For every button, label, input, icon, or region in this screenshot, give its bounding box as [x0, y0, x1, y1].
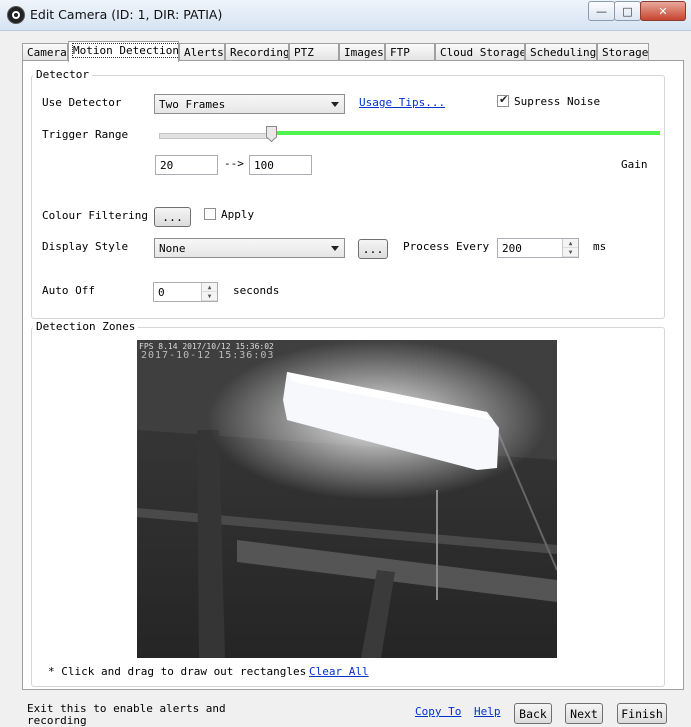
- footer-hint: Exit this to enable alerts and recording: [27, 702, 226, 727]
- tab-label: PTZ: [294, 46, 314, 59]
- next-button[interactable]: Next: [565, 703, 603, 724]
- use-detector-label: Use Detector: [42, 96, 122, 109]
- colour-filtering-button[interactable]: ...: [154, 207, 191, 227]
- tab-images[interactable]: Images: [339, 43, 385, 60]
- tab-ftp[interactable]: FTP: [385, 43, 435, 60]
- auto-off-label: Auto Off: [42, 284, 95, 297]
- trigger-range-fill: [277, 131, 660, 135]
- range-min-input[interactable]: 20: [155, 155, 218, 175]
- tab-scheduling[interactable]: Scheduling: [525, 43, 597, 60]
- tab-label: Camera: [27, 46, 67, 59]
- display-style-value: None: [159, 242, 186, 255]
- feed-osd-timestamp: 2017-10-12 15:36:03: [141, 350, 275, 361]
- tab-alerts[interactable]: Alerts: [179, 43, 225, 60]
- tab-label: Images: [344, 46, 384, 59]
- process-every-label: Process Every: [403, 240, 490, 253]
- detector-group-label: Detector: [33, 68, 92, 81]
- chevron-down-icon: [331, 102, 339, 107]
- window-title: Edit Camera (ID: 1, DIR: PATIA): [30, 7, 223, 22]
- help-link[interactable]: Help: [474, 705, 501, 718]
- colour-filtering-label: Colour Filtering: [42, 209, 148, 222]
- apply-checkbox[interactable]: [204, 208, 216, 220]
- supress-noise-label: Supress Noise: [514, 95, 601, 108]
- finish-button[interactable]: Finish: [617, 703, 667, 724]
- auto-off-spinner[interactable]: ▲ ▼: [201, 283, 217, 301]
- display-style-select[interactable]: None: [154, 238, 345, 258]
- chevron-down-icon: [331, 246, 339, 251]
- process-every-value: 200: [502, 242, 522, 255]
- trigger-range-label: Trigger Range: [42, 128, 129, 141]
- auto-off-input[interactable]: 0 ▲ ▼: [153, 282, 218, 302]
- trigger-range-thumb[interactable]: [266, 126, 277, 142]
- tab-label: Cloud Storage: [440, 46, 525, 59]
- tab-label: Recording: [230, 46, 289, 59]
- spin-down-icon[interactable]: ▼: [202, 292, 217, 301]
- process-every-spinner[interactable]: ▲ ▼: [562, 239, 578, 257]
- auto-off-value: 0: [158, 286, 165, 299]
- apply-label: Apply: [221, 208, 255, 221]
- seconds-label: seconds: [233, 284, 280, 297]
- detector-group: [31, 75, 665, 319]
- usage-tips-link[interactable]: Usage Tips...: [359, 96, 445, 109]
- tab-ptz[interactable]: PTZ: [289, 43, 339, 60]
- range-max-input[interactable]: 100: [249, 155, 312, 175]
- use-detector-value: Two Frames: [159, 98, 226, 111]
- tab-label: Alerts: [184, 46, 224, 59]
- tab-storage[interactable]: Storage: [597, 43, 649, 60]
- maximize-button[interactable]: □: [614, 1, 641, 21]
- supress-noise-checkbox[interactable]: ✔: [497, 93, 509, 107]
- spin-up-icon[interactable]: ▲: [202, 283, 217, 292]
- tab-recording[interactable]: Recording: [225, 43, 289, 60]
- process-every-input[interactable]: 200 ▲ ▼: [497, 238, 579, 258]
- camera-feed[interactable]: FPS 8.14 2017/10/12 15:36:02 2017-10-12 …: [137, 340, 557, 658]
- tab-label: Scheduling: [530, 46, 597, 59]
- zones-hint: * Click and drag to draw out rectangles: [48, 665, 307, 678]
- camera-app-icon: [7, 6, 25, 24]
- clear-all-link[interactable]: Clear All: [309, 665, 369, 678]
- copy-to-link[interactable]: Copy To: [415, 705, 461, 718]
- trigger-range-track[interactable]: [159, 133, 275, 139]
- tab-label: Motion Detection: [72, 43, 179, 58]
- camera-feed-image: [137, 340, 557, 658]
- tab-motion-detection[interactable]: Motion Detection: [68, 41, 179, 62]
- spin-up-icon[interactable]: ▲: [563, 239, 578, 248]
- back-button[interactable]: Back: [514, 703, 552, 724]
- tab-cloud-storage[interactable]: Cloud Storage: [435, 43, 525, 60]
- use-detector-select[interactable]: Two Frames: [154, 94, 345, 114]
- tab-camera[interactable]: Camera: [22, 43, 68, 60]
- display-style-button[interactable]: ...: [358, 239, 388, 259]
- minimize-button[interactable]: —: [588, 1, 615, 21]
- tab-label: FTP: [390, 46, 410, 59]
- ms-label: ms: [593, 240, 607, 253]
- detection-zones-label: Detection Zones: [33, 320, 139, 333]
- tab-strip: Camera Motion Detection Alerts Recording…: [20, 41, 680, 62]
- display-style-label: Display Style: [42, 240, 129, 253]
- spin-down-icon[interactable]: ▼: [563, 248, 578, 257]
- tab-label: Storage: [602, 46, 649, 59]
- checkmark-icon: ✔: [499, 93, 509, 106]
- range-arrow-label: -->: [224, 157, 244, 170]
- close-button[interactable]: ✕: [640, 1, 686, 21]
- gain-label: Gain: [621, 158, 648, 171]
